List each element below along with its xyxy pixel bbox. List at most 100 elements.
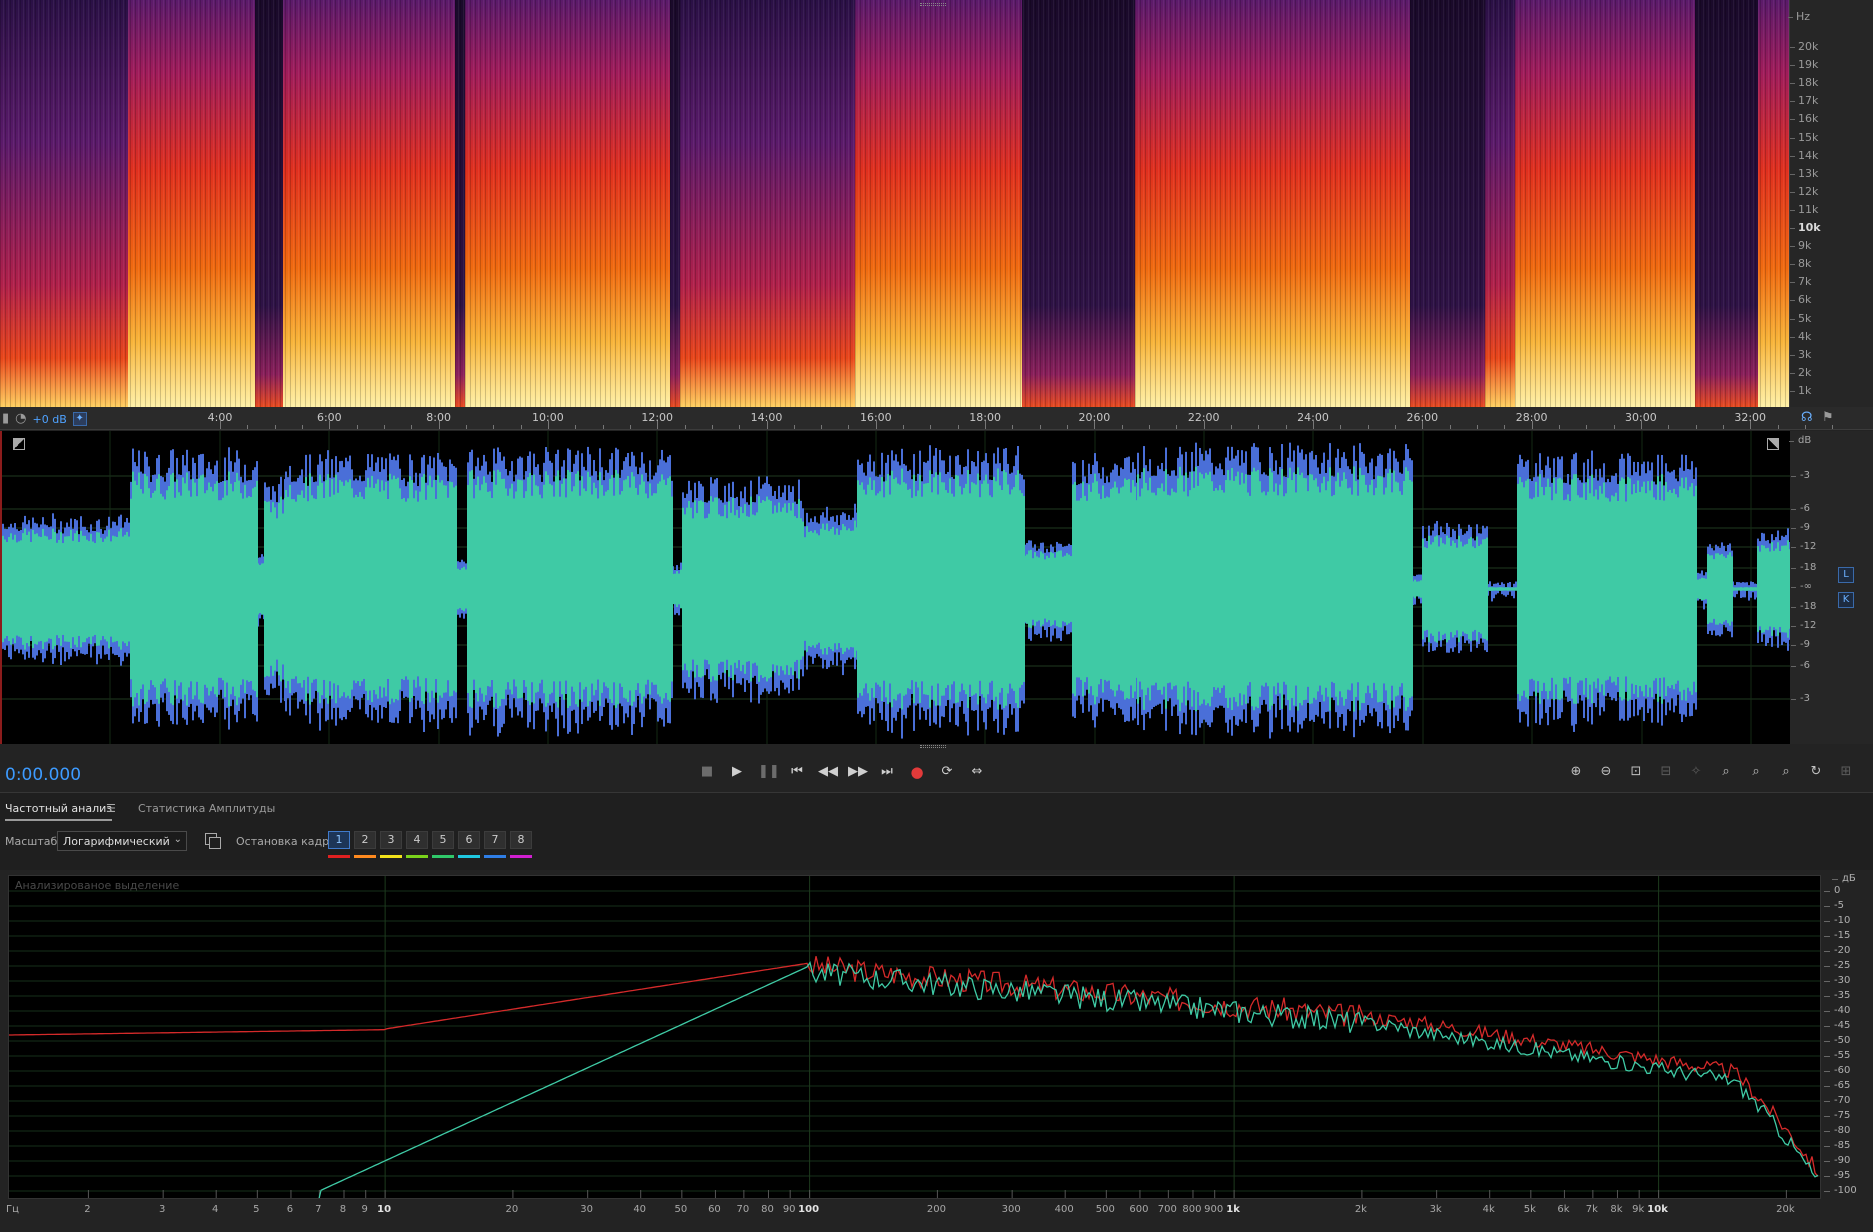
- rewind-button[interactable]: ◀◀: [818, 763, 838, 781]
- gain-knob-icon[interactable]: ◔: [15, 412, 26, 426]
- fade-out-handle-icon[interactable]: [1767, 438, 1779, 450]
- pause-button[interactable]: ❚❚: [758, 763, 780, 781]
- hold-frame-color-swatch: [406, 855, 428, 858]
- fade-in-handle-icon[interactable]: [13, 438, 25, 450]
- gain-value[interactable]: +0 dB: [33, 413, 67, 426]
- timeline-ruler[interactable]: ▮ ◔ +0 dB ✦ ☊ ⚑ 4:00 6:00 8:00 10:00 12:00 14…: [0, 407, 1873, 430]
- tab-amplitude-statistics[interactable]: Статистика Амплитуды: [138, 802, 275, 815]
- marker-icon[interactable]: ⚑: [1822, 411, 1834, 425]
- waveform-fill: [1124, 478, 1126, 700]
- zoom-to-selection-icon[interactable]: ⊡: [1626, 763, 1646, 781]
- frequency-tick: 7k: [1789, 275, 1812, 289]
- hold-frame-button-1[interactable]: 1: [328, 831, 350, 849]
- hold-frame-button-5[interactable]: 5: [432, 831, 454, 849]
- zoom-in-time-icon[interactable]: ⌕: [1716, 763, 1736, 781]
- waveform-fill: [1701, 577, 1703, 601]
- waveform-fill: [861, 482, 863, 696]
- waveform-fill: [802, 521, 804, 657]
- zoom-out-full-icon[interactable]: ⊟: [1656, 763, 1676, 781]
- hold-frame-button-2[interactable]: 2: [354, 831, 376, 849]
- go-to-end-button[interactable]: ⏭: [878, 763, 896, 781]
- waveform-fill: [1373, 495, 1375, 683]
- waveform-fill: [126, 531, 128, 647]
- waveform-fill: [62, 543, 64, 635]
- current-time[interactable]: 0:00.000: [5, 765, 81, 785]
- waveform-fill: [792, 502, 794, 676]
- stop-button[interactable]: ■: [698, 763, 716, 781]
- waveform-fill: [178, 492, 180, 686]
- waveform-fill: [1052, 553, 1054, 625]
- spectral-display[interactable]: [0, 0, 1790, 407]
- waveform-fill: [347, 482, 349, 696]
- waveform-fill: [206, 490, 208, 688]
- tab-frequency-analysis[interactable]: Частотный анализ: [5, 802, 113, 821]
- hold-frame-button-4[interactable]: 4: [406, 831, 428, 849]
- record-button[interactable]: ●: [908, 763, 926, 781]
- waveform-fill: [1393, 470, 1395, 708]
- loop-button[interactable]: ⟳: [938, 763, 956, 781]
- waveform-fill: [8, 537, 10, 641]
- waveform-fill: [714, 497, 716, 681]
- zoom-to-marker-icon[interactable]: ⊞: [1836, 763, 1856, 781]
- waveform-fill: [228, 471, 230, 707]
- tab-menu-icon[interactable]: ☰: [106, 802, 116, 815]
- hold-frame-button-6[interactable]: 6: [458, 831, 480, 849]
- copy-icon[interactable]: [205, 833, 221, 849]
- waveform-fill: [1581, 497, 1583, 681]
- zoom-full-time-icon[interactable]: ⌕: [1776, 763, 1796, 781]
- waveform-fill: [1779, 550, 1781, 628]
- skip-selection-button[interactable]: ⇔: [968, 763, 986, 781]
- waveform-fill: [1070, 556, 1072, 622]
- waveform-fill: [1442, 543, 1444, 635]
- waveform-fill: [479, 490, 481, 688]
- waveform-fill: [951, 493, 953, 685]
- scale-select[interactable]: Логарифмический ⌄: [57, 831, 187, 851]
- hold-frame-button-3[interactable]: 3: [380, 831, 402, 849]
- waveform-fill: [230, 483, 232, 695]
- panel-resize-handle[interactable]: [920, 3, 946, 6]
- frequency-tick: 14k: [1789, 148, 1819, 162]
- panel-resize-handle[interactable]: [920, 745, 946, 748]
- waveform-fill: [1305, 478, 1307, 700]
- db-unit-label: дБ: [1832, 873, 1856, 884]
- waveform-fill: [1341, 480, 1343, 698]
- waveform-fill: [852, 530, 854, 648]
- hold-frame-button-7[interactable]: 7: [484, 831, 506, 849]
- waveform-fill: [521, 480, 523, 698]
- meter-icon[interactable]: ▮: [2, 412, 9, 426]
- waveform-fill: [1399, 491, 1401, 687]
- channel-right-badge[interactable]: K: [1838, 592, 1854, 608]
- waveform-fill: [1100, 499, 1102, 679]
- waveform-fill: [242, 498, 244, 680]
- amplitude-tick: -9: [1791, 522, 1810, 533]
- zoom-out-amplitude-icon[interactable]: ⊖: [1596, 763, 1616, 781]
- waveform-fill: [686, 507, 688, 671]
- zoom-out-time-icon[interactable]: ⌕: [1746, 763, 1766, 781]
- waveform-fill: [905, 483, 907, 695]
- waveform-fill: [1409, 480, 1411, 698]
- zoom-reset-icon[interactable]: ↻: [1806, 763, 1826, 781]
- frequency-graph[interactable]: Анализированое выделение: [8, 875, 1821, 1199]
- hz-tick: 300: [1001, 1204, 1021, 1215]
- waveform-fill: [1693, 496, 1695, 682]
- waveform-fill: [1365, 484, 1367, 694]
- go-to-start-button[interactable]: ⏮: [788, 763, 806, 781]
- waveform-fill: [138, 472, 140, 706]
- waveform-fill: [826, 523, 828, 655]
- waveform-fill: [168, 486, 170, 692]
- waveform-fill: [401, 499, 403, 679]
- waveform-fill: [1147, 490, 1149, 688]
- play-button[interactable]: ▶: [728, 763, 746, 781]
- zoom-in-amplitude-icon[interactable]: ⊕: [1566, 763, 1586, 781]
- waveform-display[interactable]: [0, 431, 1790, 744]
- waveform-fill: [1359, 467, 1361, 711]
- pin-icon[interactable]: ✦: [72, 412, 87, 426]
- zoom-selection-both-icon[interactable]: ✧: [1686, 763, 1706, 781]
- transport-bar: 0:00.000 ■ ▶ ❚❚ ⏮ ◀◀ ▶▶ ⏭ ● ⟳ ⇔ ⊕ ⊖ ⊡ ⊟ …: [0, 752, 1873, 790]
- timeline-tick: [438, 421, 440, 429]
- waveform-fill: [623, 480, 625, 698]
- headphones-icon[interactable]: ☊: [1801, 411, 1813, 425]
- channel-left-badge[interactable]: L: [1838, 567, 1854, 583]
- fast-forward-button[interactable]: ▶▶: [848, 763, 868, 781]
- hold-frame-button-8[interactable]: 8: [510, 831, 532, 849]
